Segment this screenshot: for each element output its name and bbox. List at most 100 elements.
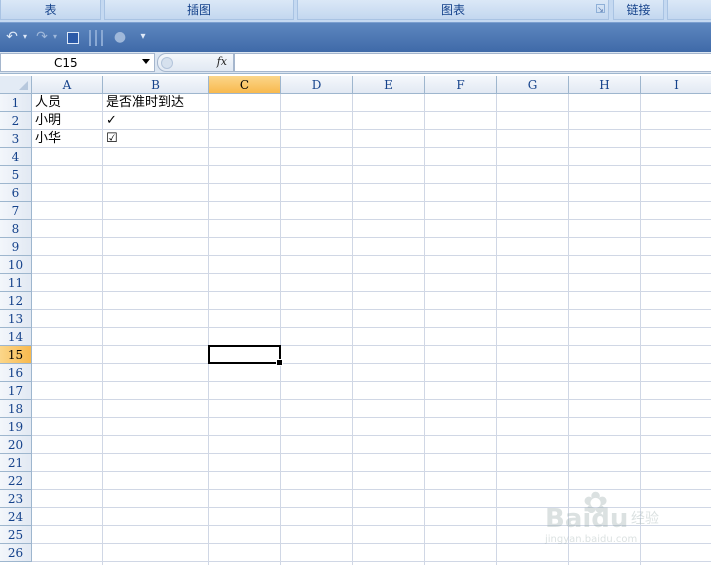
circle-icon[interactable]: ● [110,27,130,47]
row-header-2[interactable]: 2 [0,112,32,130]
column-header-f[interactable]: F [425,76,497,94]
row-header-9[interactable]: 9 [0,238,32,256]
row-header-12[interactable]: 12 [0,292,32,310]
toolbar-separator [89,30,91,46]
column-header-e[interactable]: E [353,76,425,94]
undo-dropdown-icon[interactable]: ▾ [20,27,30,47]
column-header-g[interactable]: G [497,76,569,94]
grid-divider [32,201,711,202]
column-header-h[interactable]: H [569,76,641,94]
redo-dropdown-icon[interactable]: ▾ [50,27,60,47]
resize-handle-icon[interactable] [161,57,173,69]
cell-a3[interactable]: 小华 [32,130,61,148]
row-header-26[interactable]: 26 [0,544,32,562]
row-header-24[interactable]: 24 [0,508,32,526]
grid-divider [32,273,711,274]
row-header-23[interactable]: 23 [0,490,32,508]
row-header-13[interactable]: 13 [0,310,32,328]
ribbon-group-links[interactable]: 链接 [613,0,664,20]
grid-divider [32,561,711,562]
chevron-down-icon[interactable] [142,59,150,64]
toolbar-separator [95,30,97,46]
grid-divider [32,165,711,166]
toolbar-separator [101,30,103,46]
row-header-4[interactable]: 4 [0,148,32,166]
row-header-22[interactable]: 22 [0,472,32,490]
fill-handle[interactable] [276,359,283,366]
ribbon-group-illustrations[interactable]: 插图 [104,0,294,20]
ribbon-group-next[interactable] [667,0,711,20]
cell-b2[interactable]: ✓ [103,112,117,130]
cell-b3[interactable]: ☑ [103,130,118,148]
grid-divider [32,309,711,310]
cell-b1[interactable]: 是否准时到达 [103,94,184,112]
row-header-14[interactable]: 14 [0,328,32,346]
formula-controls: fx [157,53,234,72]
cell-a2[interactable]: 小明 [32,112,61,130]
grid-divider [32,237,711,238]
row-header-10[interactable]: 10 [0,256,32,274]
grid-divider [32,417,711,418]
row-header-8[interactable]: 8 [0,220,32,238]
grid-divider [32,129,711,130]
ribbon-group-label: 图表 [440,3,465,17]
watermark-brand: Baidu [545,504,629,534]
ribbon-group-bar: 表 插图 图表 ↘ 链接 [0,0,711,22]
grid-divider [32,183,711,184]
grid-divider [32,363,711,364]
cell-a1[interactable]: 人员 [32,94,61,112]
name-box[interactable]: C15 [0,53,155,72]
grid-divider [32,453,711,454]
row-header-6[interactable]: 6 [0,184,32,202]
dialog-launcher-icon[interactable]: ↘ [596,4,605,14]
redo-icon[interactable]: ↷ [32,27,52,47]
ribbon-group-label: 插图 [186,3,211,17]
row-header-19[interactable]: 19 [0,418,32,436]
baidu-watermark: ✿ Baidu 经验 jingyan.baidu.com [545,486,675,556]
grid-divider [32,471,711,472]
save-icon[interactable] [67,32,79,44]
grid-divider [32,291,711,292]
watermark-url: jingyan.baidu.com [545,534,638,545]
row-header-16[interactable]: 16 [0,364,32,382]
row-header-15[interactable]: 15 [0,346,32,364]
row-header-7[interactable]: 7 [0,202,32,220]
grid-divider [32,255,711,256]
row-header-17[interactable]: 17 [0,382,32,400]
grid-divider [32,327,711,328]
grid-divider [32,219,711,220]
row-header-1[interactable]: 1 [0,94,32,112]
ribbon-group-label: 链接 [626,3,651,17]
row-header-3[interactable]: 3 [0,130,32,148]
undo-icon[interactable]: ↶ [2,27,22,47]
row-header-21[interactable]: 21 [0,454,32,472]
watermark-suffix: 经验 [631,511,659,527]
row-header-5[interactable]: 5 [0,166,32,184]
quick-access-toolbar: ↶ ▾ ↷ ▾ ● ▾ [0,22,711,52]
select-all-button[interactable] [0,76,32,94]
ribbon-group-tables[interactable]: 表 [0,0,101,20]
row-header-18[interactable]: 18 [0,400,32,418]
row-header-25[interactable]: 25 [0,526,32,544]
column-header-a[interactable]: A [32,76,103,94]
column-header-b[interactable]: B [103,76,209,94]
insert-function-button[interactable]: fx [217,55,227,68]
formula-bar: C15 fx [0,52,711,74]
grid-divider [32,435,711,436]
column-header-d[interactable]: D [281,76,353,94]
ribbon-group-charts[interactable]: 图表 ↘ [297,0,609,20]
formula-input[interactable] [234,53,711,72]
active-cell-selection[interactable] [208,345,283,366]
ribbon-group-label: 表 [44,3,57,17]
customize-dropdown-icon[interactable]: ▾ [133,27,153,47]
row-header-20[interactable]: 20 [0,436,32,454]
grid-divider [32,381,711,382]
grid-divider [32,399,711,400]
grid-divider [32,345,711,346]
column-header-i[interactable]: I [641,76,711,94]
name-box-value: C15 [54,56,78,70]
grid-divider [32,147,711,148]
select-all-icon [19,81,28,90]
row-header-11[interactable]: 11 [0,274,32,292]
column-header-c[interactable]: C [209,76,281,94]
